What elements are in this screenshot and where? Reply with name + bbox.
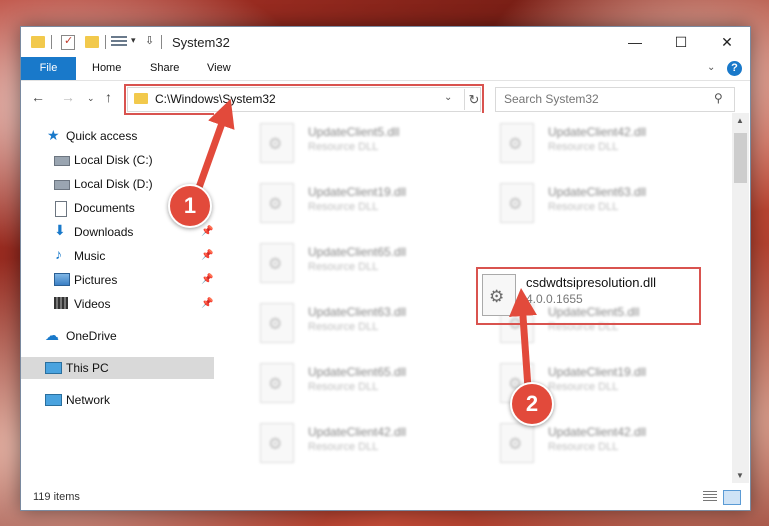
arrow-to-file (509, 288, 537, 389)
step-marker-1: 1 (168, 184, 212, 228)
step-marker-2: 2 (510, 382, 554, 426)
arrow-to-address-bar (192, 98, 235, 198)
annotation-arrows (192, 98, 537, 389)
